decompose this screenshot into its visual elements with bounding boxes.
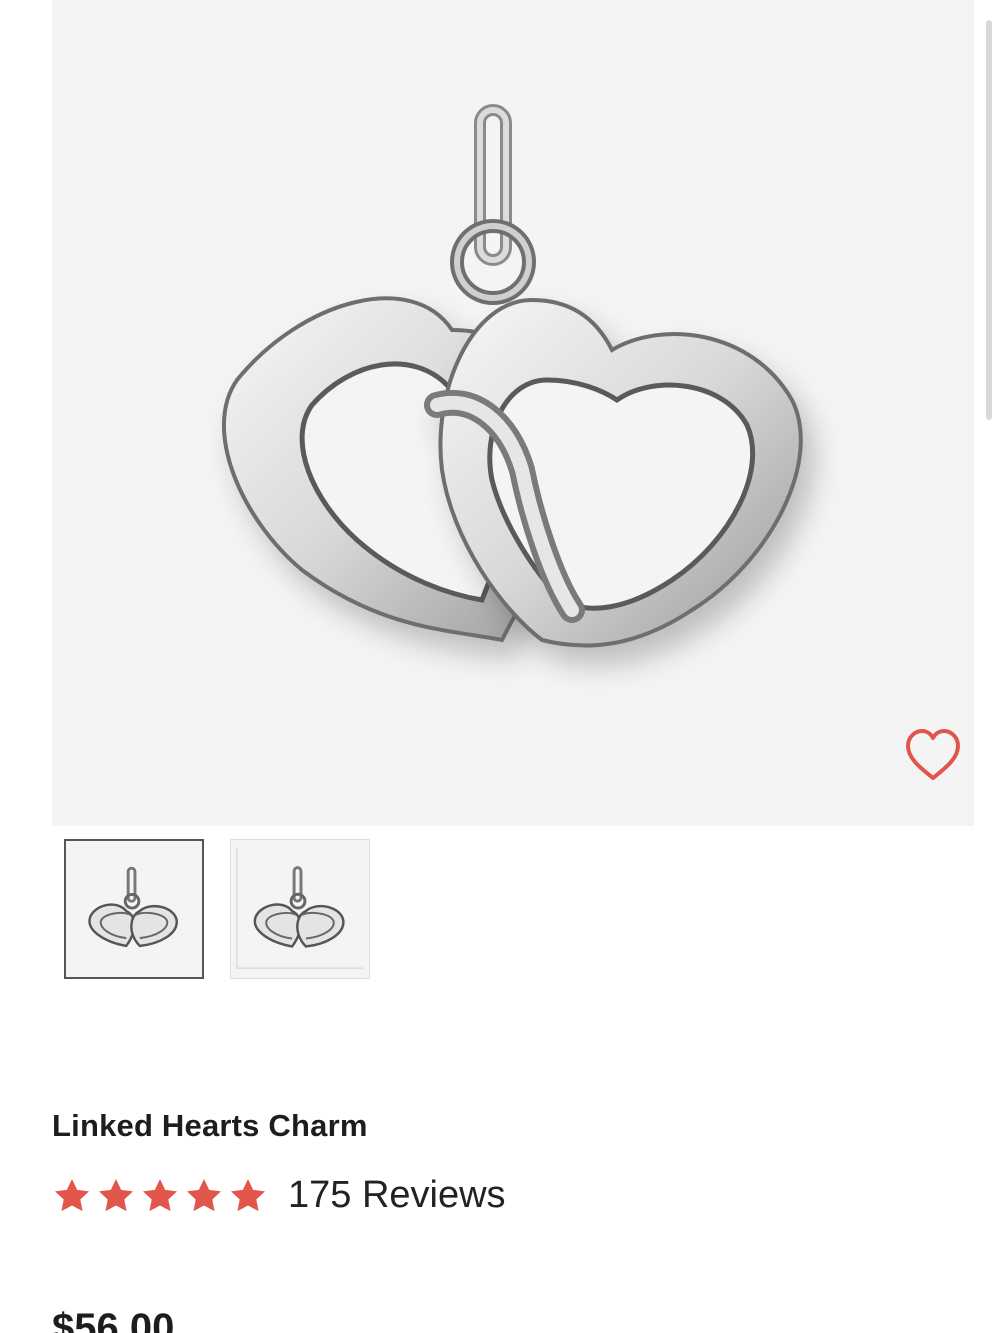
thumbnail-gallery (64, 839, 370, 982)
linked-hearts-thumbnail-image (88, 866, 178, 948)
product-image-main[interactable] (52, 0, 974, 826)
linked-hearts-size-thumbnail-image (236, 847, 364, 969)
page-scrollbar[interactable] (986, 20, 992, 420)
wishlist-heart-icon[interactable] (904, 728, 962, 782)
star-filled-icon (187, 1178, 221, 1211)
linked-hearts-charm-image (221, 104, 803, 648)
star-filled-icon (99, 1178, 133, 1211)
star-filled-icon (231, 1178, 265, 1211)
product-price: $56.00 (52, 1306, 175, 1333)
rating-summary[interactable]: 175 Reviews (52, 1174, 506, 1217)
thumbnail-2[interactable] (230, 839, 370, 979)
star-rating (52, 1176, 268, 1216)
reviews-link[interactable]: 175 Reviews (288, 1174, 506, 1217)
product-title: Linked Hearts Charm (52, 1108, 368, 1143)
thumbnail-1[interactable] (64, 839, 204, 979)
product-page: Linked Hearts Charm 175 Reviews $56.00 (0, 0, 1000, 1333)
star-filled-icon (55, 1178, 89, 1211)
star-filled-icon (143, 1178, 177, 1211)
